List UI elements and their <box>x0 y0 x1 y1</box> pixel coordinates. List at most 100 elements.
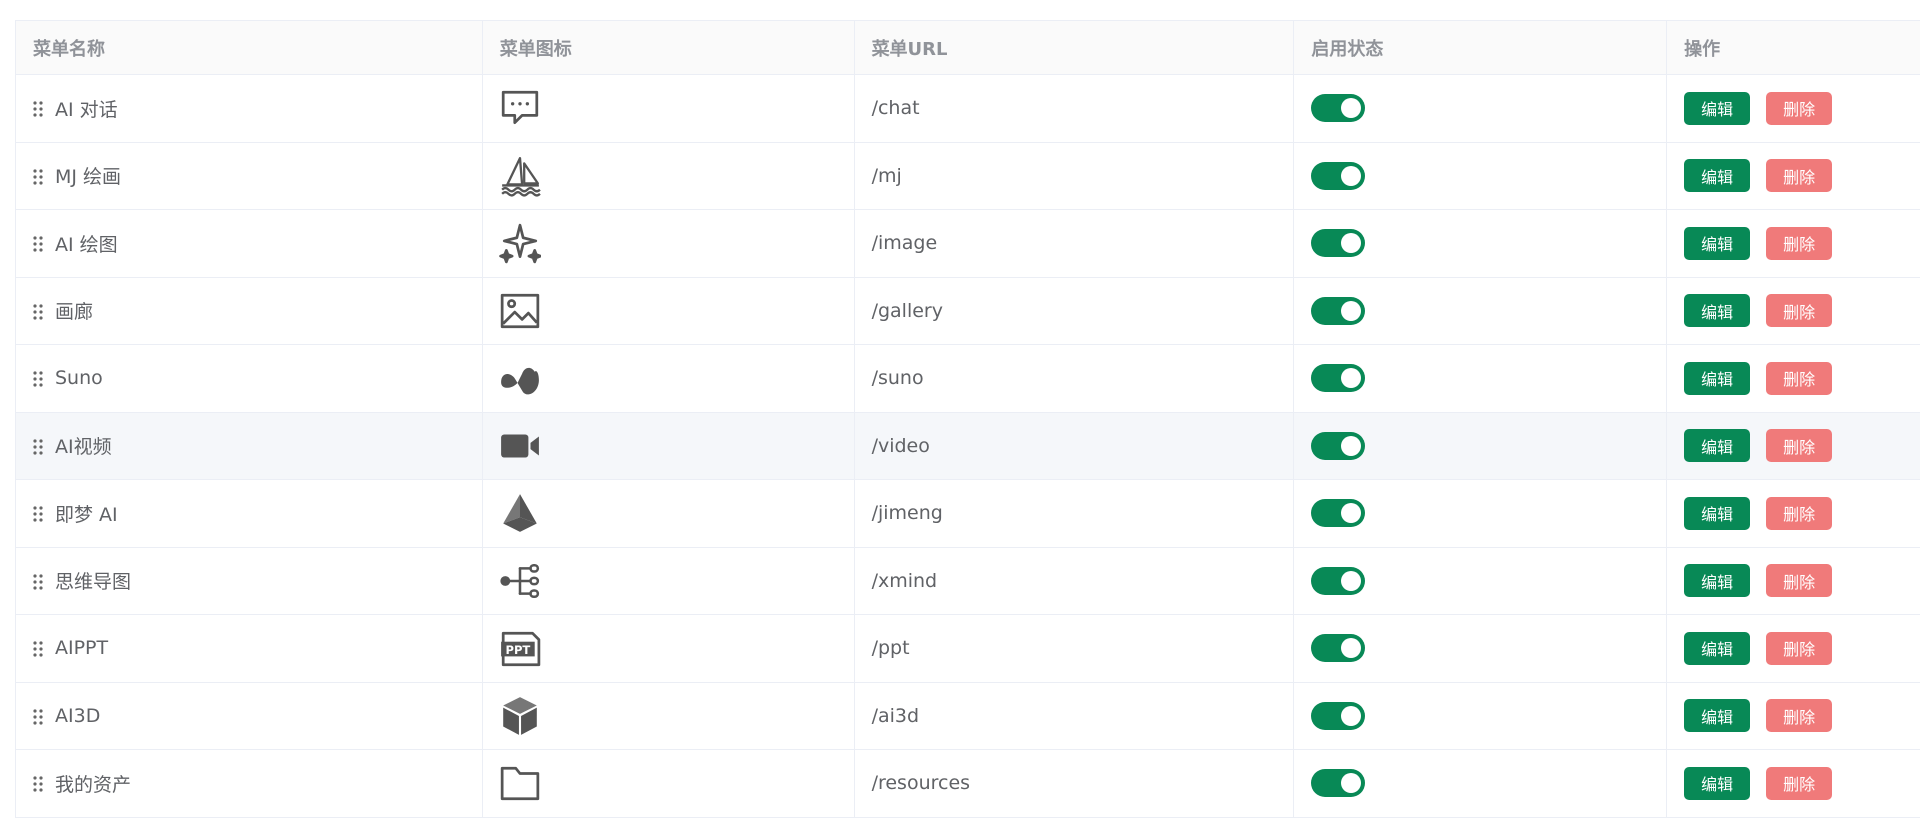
actions-cell: 编辑 删除 <box>1667 210 1920 277</box>
edit-button[interactable]: 编辑 <box>1684 429 1751 463</box>
table-row: 画廊/gallery 编辑 删除 <box>16 277 1920 345</box>
menu-url: /resources <box>871 772 971 795</box>
edit-button[interactable]: 编辑 <box>1684 226 1751 260</box>
enable-toggle[interactable] <box>1311 701 1366 730</box>
menu-name: 我的资产 <box>55 773 132 796</box>
menu-icon-cell <box>483 682 855 749</box>
edit-button[interactable]: 编辑 <box>1684 159 1751 193</box>
header-menu-name[interactable]: 菜单名称 <box>16 21 483 74</box>
menu-table: 菜单名称 菜单图标 菜单URL 启用状态 操作 AI 对话/chat 编辑 删除 MJ… <box>15 20 1920 818</box>
enable-toggle[interactable] <box>1311 431 1366 460</box>
header-status[interactable]: 启用状态 <box>1294 21 1668 74</box>
enable-toggle[interactable] <box>1311 296 1366 325</box>
edit-button[interactable]: 编辑 <box>1684 91 1751 125</box>
enable-toggle[interactable] <box>1311 566 1366 595</box>
drag-handle-icon[interactable] <box>33 438 43 455</box>
ppt-file-icon: PPT <box>496 624 544 672</box>
table-row: AIPPT PPT/ppt 编辑 删除 <box>16 615 1920 683</box>
menu-icon-cell <box>483 412 855 479</box>
menu-name: Suno <box>55 367 103 390</box>
image-icon <box>496 287 544 335</box>
enable-toggle[interactable] <box>1311 634 1366 663</box>
drag-handle-icon[interactable] <box>33 775 43 792</box>
video-camera-icon <box>496 422 544 470</box>
drag-handle-icon[interactable] <box>33 303 43 320</box>
status-cell <box>1294 142 1668 209</box>
delete-button[interactable]: 删除 <box>1766 631 1833 665</box>
delete-button[interactable]: 删除 <box>1766 361 1833 395</box>
cube-icon <box>496 692 544 740</box>
delete-button[interactable]: 删除 <box>1766 564 1833 598</box>
edit-button[interactable]: 编辑 <box>1684 294 1751 328</box>
actions-cell: 编辑 删除 <box>1667 75 1920 142</box>
drag-handle-icon[interactable] <box>33 100 43 117</box>
enable-toggle[interactable] <box>1311 161 1366 190</box>
menu-name-cell: AIPPT <box>16 615 483 682</box>
drag-handle-icon[interactable] <box>33 235 43 252</box>
header-actions[interactable]: 操作 <box>1667 21 1920 74</box>
table-row: AI3D/ai3d 编辑 删除 <box>16 682 1920 750</box>
enable-toggle[interactable] <box>1311 364 1366 393</box>
status-cell <box>1294 547 1668 614</box>
menu-url-cell: /ppt <box>855 615 1295 682</box>
drag-handle-icon[interactable] <box>33 640 43 657</box>
delete-button[interactable]: 删除 <box>1766 226 1833 260</box>
menu-url-cell: /gallery <box>855 277 1295 344</box>
table-row: AI 绘图/image 编辑 删除 <box>16 210 1920 278</box>
menu-name: AI3D <box>55 704 101 727</box>
menu-name-cell: 即梦 AI <box>16 480 483 547</box>
delete-button[interactable]: 删除 <box>1766 159 1833 193</box>
menu-name: 即梦 AI <box>55 503 118 526</box>
drag-handle-icon[interactable] <box>33 168 43 185</box>
menu-url-cell: /jimeng <box>855 480 1295 547</box>
toggle-knob <box>1341 503 1362 524</box>
delete-button[interactable]: 删除 <box>1766 91 1833 125</box>
menu-name-cell: AI3D <box>16 682 483 749</box>
table-body: AI 对话/chat 编辑 删除 MJ 绘画/mj 编辑 删除 AI 绘图/image 编辑删… <box>16 75 1920 818</box>
delete-button[interactable]: 删除 <box>1766 496 1833 530</box>
drag-handle-icon[interactable] <box>33 573 43 590</box>
menu-url: /jimeng <box>871 502 943 525</box>
drag-handle-icon[interactable] <box>33 708 43 725</box>
header-menu-icon[interactable]: 菜单图标 <box>483 21 855 74</box>
menu-icon-cell <box>483 345 855 412</box>
menu-icon-cell <box>483 480 855 547</box>
status-cell <box>1294 412 1668 479</box>
header-menu-url[interactable]: 菜单URL <box>855 21 1295 74</box>
edit-button[interactable]: 编辑 <box>1684 361 1751 395</box>
enable-toggle[interactable] <box>1311 769 1366 798</box>
menu-name: 思维导图 <box>55 571 132 594</box>
enable-toggle[interactable] <box>1311 499 1366 528</box>
toggle-knob <box>1341 773 1362 794</box>
drag-handle-icon[interactable] <box>33 370 43 387</box>
status-cell <box>1294 277 1668 344</box>
edit-button[interactable]: 编辑 <box>1684 766 1751 800</box>
enable-toggle[interactable] <box>1311 229 1366 258</box>
delete-button[interactable]: 删除 <box>1766 429 1833 463</box>
sparkle-icon <box>496 219 544 267</box>
actions-cell: 编辑 删除 <box>1667 278 1920 345</box>
delete-button[interactable]: 删除 <box>1766 294 1833 328</box>
toggle-knob <box>1341 300 1362 321</box>
edit-button[interactable]: 编辑 <box>1684 631 1751 665</box>
enable-toggle[interactable] <box>1311 94 1366 123</box>
status-cell <box>1294 750 1668 817</box>
chat-bubble-icon <box>496 84 544 132</box>
prism-icon <box>496 489 544 537</box>
delete-button[interactable]: 删除 <box>1766 766 1833 800</box>
menu-url-cell: /ai3d <box>855 682 1295 749</box>
menu-url: /xmind <box>871 569 938 592</box>
edit-button[interactable]: 编辑 <box>1684 699 1751 733</box>
table-row: AI 对话/chat 编辑 删除 <box>16 75 1920 143</box>
delete-button[interactable]: 删除 <box>1766 699 1833 733</box>
menu-icon-cell <box>483 750 855 817</box>
menu-name: MJ 绘画 <box>55 166 122 189</box>
toggle-knob <box>1341 165 1362 186</box>
edit-button[interactable]: 编辑 <box>1684 564 1751 598</box>
toggle-knob <box>1341 368 1362 389</box>
menu-url-cell: /image <box>855 210 1295 277</box>
actions-cell: 编辑 删除 <box>1667 480 1920 547</box>
menu-icon-cell <box>483 142 855 209</box>
edit-button[interactable]: 编辑 <box>1684 496 1751 530</box>
drag-handle-icon[interactable] <box>33 505 43 522</box>
